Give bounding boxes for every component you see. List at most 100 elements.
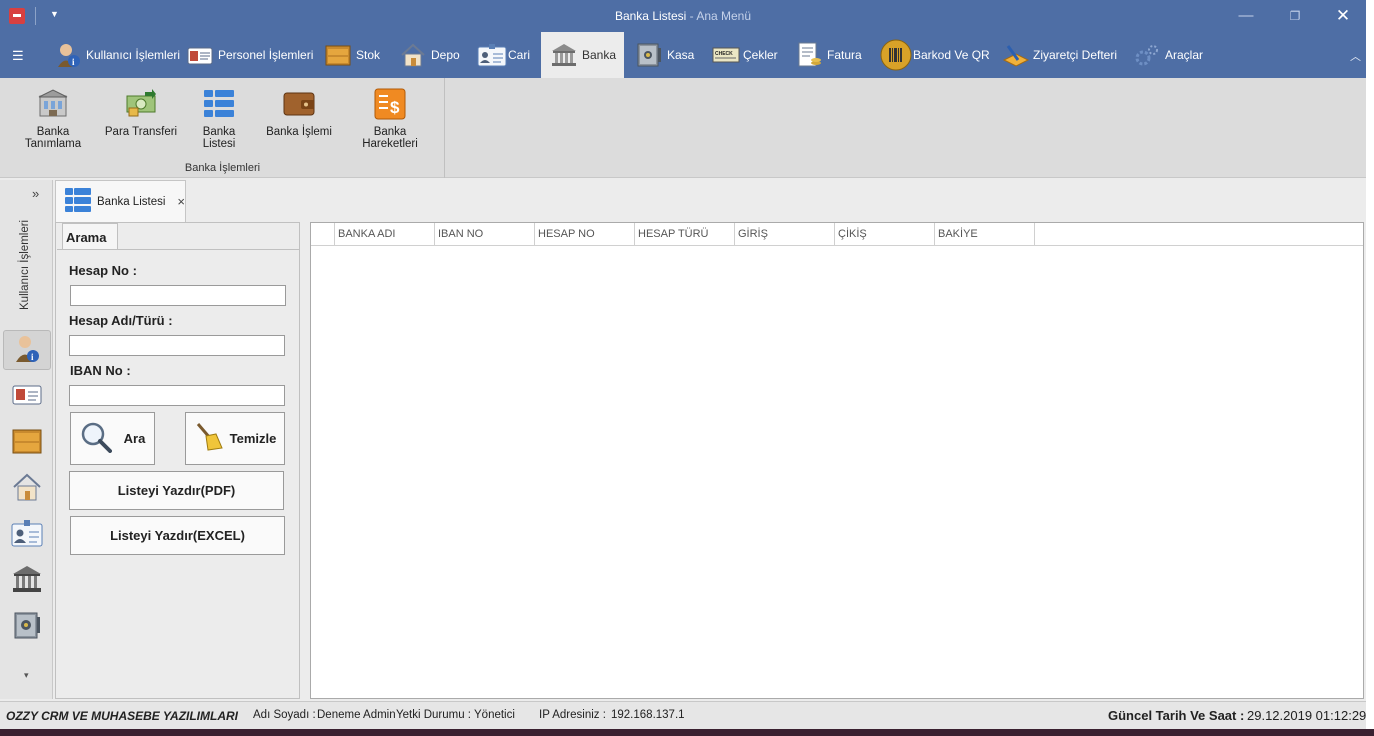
- magnifier-icon: [80, 421, 112, 456]
- user-name-label: Adı Soyadı :: [253, 709, 316, 721]
- iban-label: IBAN No :: [70, 363, 131, 378]
- wallet-icon: [283, 88, 315, 120]
- broom-icon: [194, 422, 224, 455]
- button-label: Banka İşlemi: [266, 126, 332, 138]
- column-header-hesap-turu[interactable]: HESAP TÜRÜ: [635, 223, 735, 246]
- button-label: Banka Hareketleri: [362, 126, 418, 150]
- document-tab-label: Banka Listesi: [97, 195, 166, 208]
- search-button[interactable]: Ara: [70, 412, 155, 465]
- hesap-no-input[interactable]: [70, 285, 286, 306]
- close-tab-icon[interactable]: ×: [177, 194, 185, 209]
- tab-label: Banka: [582, 48, 617, 62]
- button-label: Para Transferi: [104, 126, 178, 138]
- tab-cekler[interactable]: CHECK Çekler: [712, 32, 778, 78]
- nav-kullanici-islemleri[interactable]: i: [3, 330, 51, 370]
- role-value: Yönetici: [474, 709, 515, 721]
- safe-icon: [636, 42, 662, 68]
- nav-banka[interactable]: [3, 560, 51, 600]
- list-grid-icon: [203, 88, 235, 120]
- expand-nav-icon[interactable]: »: [32, 186, 39, 201]
- search-tab[interactable]: Arama: [62, 223, 118, 249]
- ribbon-group-label: Banka İşlemleri: [184, 162, 261, 174]
- nav-personel-islemleri[interactable]: [3, 376, 51, 416]
- id-card-icon: [12, 384, 42, 409]
- tab-label: Personel İşlemleri: [218, 48, 314, 62]
- tab-label: Araçlar: [1165, 48, 1204, 62]
- tab-depo[interactable]: Depo: [400, 32, 460, 78]
- nav-cari[interactable]: [3, 514, 51, 554]
- column-header-banka-adi[interactable]: BANKA ADI: [335, 223, 435, 246]
- grid-header: BANKA ADI IBAN NO HESAP NO HESAP TÜRÜ Gİ…: [311, 223, 1363, 246]
- button-label: Banka Listesi: [202, 126, 236, 150]
- print-excel-button[interactable]: Listeyi Yazdır(EXCEL): [70, 516, 285, 555]
- invoice-icon: [796, 42, 822, 68]
- clear-button[interactable]: Temizle: [185, 412, 285, 465]
- tab-label: Ziyaretçi Defteri: [1033, 48, 1118, 62]
- house-icon: [12, 472, 42, 505]
- status-bar: OZZY CRM VE MUHASEBE YAZILIMLARI Adı Soy…: [0, 701, 1366, 729]
- bank-icon: [551, 42, 577, 68]
- banka-listesi-button[interactable]: Banka Listesi: [185, 88, 253, 150]
- document-tab-strip: Banka Listesi ×: [55, 180, 1366, 222]
- tab-stok[interactable]: Stok: [325, 32, 380, 78]
- ribbon-tab-bar: ☰ i Kullanıcı İşlemleri Personel İşlemle…: [0, 32, 1366, 78]
- bank-building-icon: [37, 88, 69, 120]
- tab-label: Kasa: [667, 48, 695, 62]
- column-header-iban-no[interactable]: IBAN NO: [435, 223, 535, 246]
- para-transferi-button[interactable]: Para Transferi: [104, 88, 178, 138]
- window-title: Banka Listesi - Ana Menü: [0, 9, 1366, 23]
- tab-fatura[interactable]: Fatura: [796, 32, 862, 78]
- banka-islemi-button[interactable]: Banka İşlemi: [264, 88, 334, 138]
- tab-kasa[interactable]: Kasa: [636, 32, 694, 78]
- tab-cari[interactable]: Cari: [477, 32, 530, 78]
- datetime-label: Güncel Tarih Ve Saat :: [1108, 708, 1245, 723]
- maximize-button[interactable]: ❐: [1280, 4, 1310, 28]
- row-indicator-header[interactable]: [311, 223, 335, 246]
- nav-group-label[interactable]: Kullanıcı İşlemleri: [19, 220, 31, 310]
- tab-ziyaretci-defteri[interactable]: Ziyaretçi Defteri: [1002, 32, 1117, 78]
- search-button-label: Ara: [123, 431, 146, 446]
- nav-stok[interactable]: [3, 422, 51, 462]
- title-bar: ▼ Banka Listesi - Ana Menü — ❐ ✕: [0, 0, 1366, 32]
- hesap-adi-input[interactable]: [69, 335, 285, 356]
- column-header-cikis[interactable]: ÇİKİŞ: [835, 223, 935, 246]
- search-panel: Arama Hesap No : Hesap Adı/Türü : IBAN N…: [55, 222, 300, 699]
- window-app-name: - Ana Menü: [686, 9, 752, 23]
- tab-personel-islemleri[interactable]: Personel İşlemleri: [187, 32, 313, 78]
- column-header-hesap-no[interactable]: HESAP NO: [535, 223, 635, 246]
- clear-button-label: Temizle: [229, 431, 277, 446]
- crate-icon: [12, 427, 42, 458]
- bank-icon: [12, 564, 42, 597]
- collapse-ribbon-icon[interactable]: ︿: [1350, 48, 1361, 64]
- list-grid-icon: [64, 187, 92, 216]
- nav-more-icon[interactable]: ▾: [24, 670, 29, 681]
- navigation-pane: » Kullanıcı İşlemleri i ▾: [0, 180, 53, 699]
- bank-list-grid[interactable]: BANKA ADI IBAN NO HESAP NO HESAP TÜRÜ Gİ…: [310, 222, 1364, 699]
- ribbon-menu-icon[interactable]: ☰: [12, 48, 26, 63]
- ribbon-group-banka-islemleri: Banka Tanımlama Para Transferi Banka Lis…: [0, 78, 445, 178]
- document-tab-banka-listesi[interactable]: Banka Listesi ×: [55, 180, 186, 222]
- ip-label: IP Adresiniz :: [539, 709, 606, 721]
- banka-tanimlama-button[interactable]: Banka Tanımlama: [10, 88, 96, 150]
- nav-depo[interactable]: [3, 468, 51, 508]
- datetime-value: 29.12.2019 01:12:29: [1247, 708, 1367, 723]
- nav-kasa[interactable]: [3, 606, 51, 646]
- column-header-giris[interactable]: GİRİŞ: [735, 223, 835, 246]
- tab-kullanici-islemleri[interactable]: i Kullanıcı İşlemleri: [55, 32, 180, 78]
- print-pdf-button[interactable]: Listeyi Yazdır(PDF): [69, 471, 284, 510]
- tab-label: Stok: [356, 48, 381, 62]
- column-header-bakiye[interactable]: BAKİYE: [935, 223, 1035, 246]
- close-button[interactable]: ✕: [1328, 4, 1358, 28]
- guestbook-icon: [1002, 42, 1030, 68]
- minimize-button[interactable]: —: [1231, 4, 1261, 28]
- tab-label: Kullanıcı İşlemleri: [86, 48, 181, 62]
- tab-banka[interactable]: Banka: [541, 32, 624, 78]
- tab-araclar[interactable]: Araçlar: [1134, 32, 1203, 78]
- id-card-icon: [187, 42, 213, 68]
- banka-hareketleri-button[interactable]: $ Banka Hareketleri: [345, 88, 435, 150]
- iban-input[interactable]: [69, 385, 285, 406]
- house-icon: [400, 42, 426, 68]
- button-label: Banka Tanımlama: [24, 126, 82, 150]
- gears-icon: [1134, 42, 1160, 68]
- tab-barkod-ve-qr[interactable]: Barkod Ve QR: [880, 32, 990, 78]
